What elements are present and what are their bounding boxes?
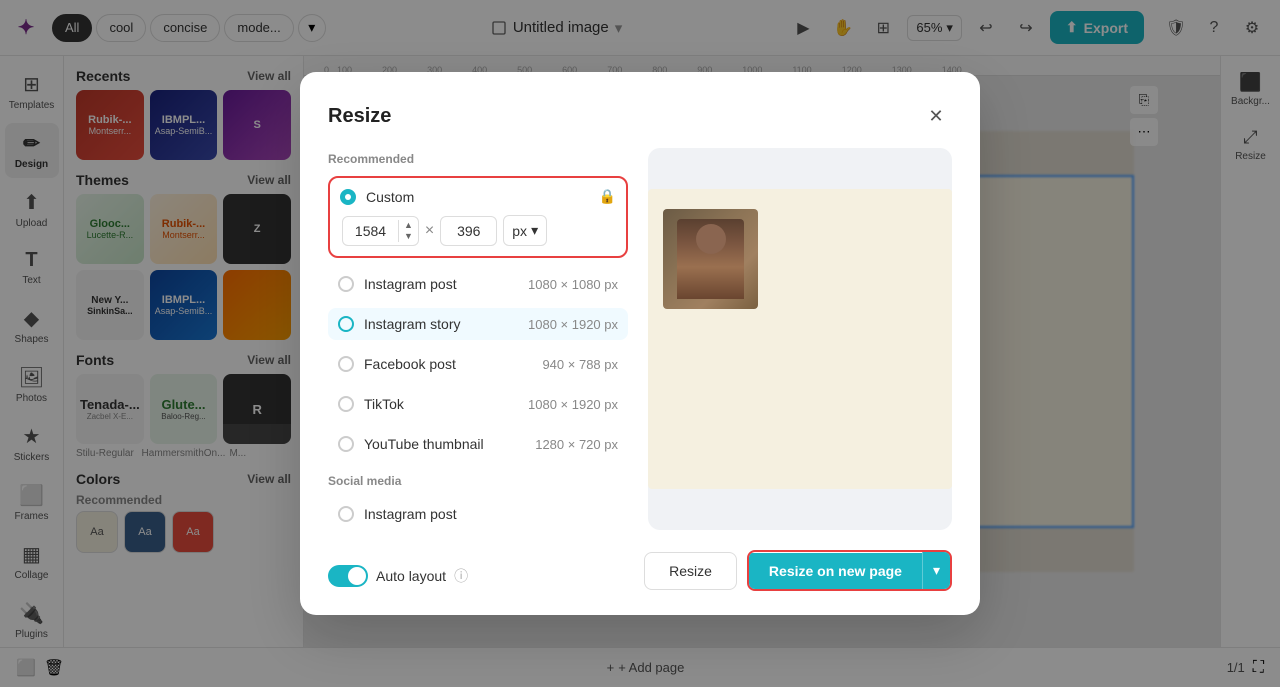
info-icon[interactable]: ⓘ xyxy=(454,566,468,586)
tiktok-option[interactable]: TikTok 1080 × 1920 px xyxy=(328,388,628,420)
custom-radio[interactable] xyxy=(340,189,356,205)
resize-new-page-button-group: Resize on new page ▾ xyxy=(747,550,952,591)
modal-options: Recommended Custom 🔒 ▲ ▼ xyxy=(328,148,628,530)
instagram-post-option[interactable]: Instagram post 1080 × 1080 px xyxy=(328,268,628,300)
dimension-separator: × xyxy=(425,222,434,240)
social-instagram-post-radio[interactable] xyxy=(338,506,354,522)
modal-overlay[interactable]: Resize ✕ Recommended Custom 🔒 xyxy=(0,0,1280,687)
facebook-post-radio[interactable] xyxy=(338,356,354,372)
youtube-option[interactable]: YouTube thumbnail 1280 × 720 px xyxy=(328,428,628,460)
width-input[interactable] xyxy=(343,217,398,245)
auto-layout-row: Auto layout ⓘ xyxy=(328,565,468,587)
preview-photo xyxy=(663,209,758,309)
auto-layout-toggle[interactable] xyxy=(328,565,368,587)
width-up-button[interactable]: ▲ xyxy=(401,220,416,231)
unit-chevron-icon: ▾ xyxy=(531,222,538,239)
social-media-label: Social media xyxy=(328,474,628,488)
instagram-post-radio[interactable] xyxy=(338,276,354,292)
resize-new-page-dropdown-button[interactable]: ▾ xyxy=(922,552,950,589)
modal-title: Resize xyxy=(328,105,391,128)
instagram-story-option[interactable]: Instagram story 1080 × 1920 px xyxy=(328,308,628,340)
toggle-knob xyxy=(348,567,366,585)
resize-button[interactable]: Resize xyxy=(644,552,737,590)
custom-option-top: Custom 🔒 xyxy=(340,188,616,205)
width-stepper: ▲ ▼ xyxy=(398,220,418,242)
resize-modal: Resize ✕ Recommended Custom 🔒 xyxy=(300,72,980,615)
width-input-wrapper: ▲ ▼ xyxy=(342,216,419,246)
facebook-post-option[interactable]: Facebook post 940 × 788 px xyxy=(328,348,628,380)
unit-select[interactable]: px ▾ xyxy=(503,215,547,246)
custom-inputs: ▲ ▼ × px ▾ xyxy=(340,215,616,246)
modal-header: Resize ✕ xyxy=(328,100,952,132)
custom-option: Custom 🔒 ▲ ▼ × xyxy=(328,176,628,258)
tiktok-radio[interactable] xyxy=(338,396,354,412)
modal-preview xyxy=(648,148,952,530)
height-input-wrapper xyxy=(440,216,497,246)
resize-new-page-main-button[interactable]: Resize on new page xyxy=(749,553,922,589)
custom-label: Custom xyxy=(366,189,589,205)
modal-close-button[interactable]: ✕ xyxy=(920,100,952,132)
instagram-story-radio[interactable] xyxy=(338,316,354,332)
preview-canvas xyxy=(648,189,952,489)
social-instagram-post-option[interactable]: Instagram post xyxy=(328,498,628,530)
auto-layout-label: Auto layout xyxy=(376,568,446,584)
modal-body: Recommended Custom 🔒 ▲ ▼ xyxy=(328,148,952,530)
youtube-radio[interactable] xyxy=(338,436,354,452)
width-down-button[interactable]: ▼ xyxy=(401,231,416,242)
height-input[interactable] xyxy=(441,217,496,245)
modal-footer: Auto layout ⓘ Resize Resize on new page … xyxy=(328,550,952,591)
recommended-label: Recommended xyxy=(328,152,628,166)
lock-icon: 🔒 xyxy=(599,188,616,205)
